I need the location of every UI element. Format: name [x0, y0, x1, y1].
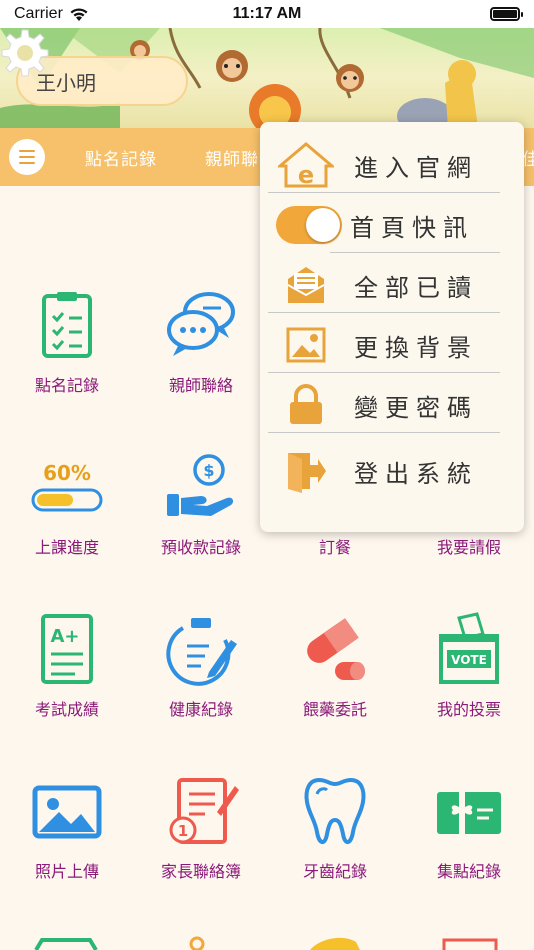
lock-icon — [290, 384, 322, 424]
status-time: 11:17 AM — [232, 5, 302, 22]
grid-item-health[interactable]: 健康紀錄 — [134, 610, 268, 720]
chat-bubbles-icon — [167, 292, 235, 356]
menu-item-label: 變更密碼 — [354, 393, 478, 422]
grid-item-label: 考試成績 — [34, 700, 99, 719]
svg-text:$: $ — [203, 461, 214, 480]
grid-item-label: 訂餐 — [318, 538, 351, 557]
grid-item-label: 我要請假 — [436, 538, 501, 557]
menu-item-label: 登出系統 — [354, 459, 478, 488]
grid-item-label: 上課進度 — [34, 538, 99, 557]
menu-item-change-background[interactable]: 更換背景 — [268, 316, 516, 374]
grid-item-label: 餵藥委託 — [302, 700, 367, 719]
settings-dropdown-menu: e 進入官網 首頁快訊 全部已讀 更換背景 變更密碼 登出系統 — [260, 122, 524, 532]
partial-icon-2 — [189, 936, 205, 950]
grid-item-label: 家長聯絡簿 — [160, 862, 241, 881]
menu-item-label: 全部已讀 — [354, 273, 478, 302]
menu-item-official-site[interactable]: e 進入官網 — [268, 136, 516, 194]
vote-text: VOTE — [451, 653, 487, 667]
progress-percent-text: 60% — [43, 461, 91, 485]
partial-icon-4 — [442, 938, 498, 950]
progress-bar-icon: 60% — [31, 461, 103, 512]
menu-item-label: 進入官網 — [354, 153, 478, 182]
grid-item-medicine[interactable]: 餵藥委託 — [268, 610, 402, 720]
wifi-icon — [70, 7, 88, 21]
grid-item-photo-upload[interactable]: 照片上傳 — [0, 772, 134, 882]
grid-item-grades[interactable]: A+ 考試成績 — [0, 610, 134, 720]
grid-item-label: 牙齒紀錄 — [302, 862, 367, 881]
menu-item-mark-all-read[interactable]: 全部已讀 — [268, 256, 516, 314]
grade-text: A+ — [50, 626, 79, 647]
logout-door-icon — [288, 453, 326, 493]
carrier-label: Carrier — [14, 5, 63, 22]
hand-coin-icon: $ — [167, 454, 234, 516]
grid-item-progress[interactable]: 60% 上課進度 — [0, 448, 134, 558]
grid-item-points[interactable]: 集點紀錄 — [402, 772, 534, 882]
clipboard-check-icon — [42, 292, 92, 358]
menu-item-change-password[interactable]: 變更密碼 — [268, 376, 516, 434]
grid-item-label: 集點紀錄 — [436, 862, 501, 881]
grid-item-label: 我的投票 — [436, 700, 501, 719]
picture-icon — [286, 327, 326, 363]
grid-item-label: 點名記錄 — [34, 376, 99, 395]
home-e-icon: e — [278, 142, 334, 188]
partial-icon-1 — [34, 938, 98, 950]
grid-item-parent-contact[interactable]: 親師聯絡 — [134, 286, 268, 396]
grade-sheet-icon: A+ — [41, 614, 93, 684]
grid-item-label: 照片上傳 — [34, 862, 99, 881]
health-clipboard-icon — [166, 618, 237, 686]
medicine-pill-icon — [307, 618, 365, 680]
grid-item-contact-book[interactable]: 1 家長聯絡簿 — [134, 772, 268, 882]
status-bar: Carrier 11:17 AM — [0, 0, 534, 28]
status-left: Carrier — [14, 5, 89, 23]
partial-icon-3 — [310, 937, 360, 950]
grid-item-prepayment[interactable]: $ 預收款記錄 — [134, 448, 268, 558]
home-news-toggle[interactable] — [276, 206, 342, 244]
menu-item-logout[interactable]: 登出系統 — [268, 442, 516, 500]
grid-item-label: 親師聯絡 — [168, 376, 233, 395]
header-banner: 王小明 — [0, 28, 534, 128]
grid-item-teeth[interactable]: 牙齒紀錄 — [268, 772, 402, 882]
grid-item-vote[interactable]: VOTE 我的投票 — [402, 610, 534, 720]
envelope-icon — [287, 267, 325, 303]
tooth-icon — [304, 777, 366, 844]
svg-text:e: e — [298, 161, 314, 188]
photo-icon — [32, 785, 102, 839]
ballot-box-icon: VOTE — [439, 612, 499, 684]
progress-fill — [37, 494, 73, 506]
notebook-icon: 1 — [169, 778, 239, 844]
menu-item-label: 更換背景 — [354, 333, 478, 362]
nav-item-parent-contact[interactable]: 親師聯 — [205, 145, 259, 170]
gift-card-icon — [437, 792, 501, 834]
settings-gear-icon[interactable] — [0, 28, 50, 78]
grid-item-attendance[interactable]: 點名記錄 — [0, 286, 134, 396]
grid-item-label: 預收款記錄 — [160, 538, 241, 557]
menu-item-home-news[interactable]: 首頁快訊 — [268, 196, 516, 254]
menu-item-label: 首頁快訊 — [350, 213, 474, 242]
grid-item-label: 健康紀錄 — [168, 700, 233, 719]
nav-item-attendance[interactable]: 點名記錄 — [85, 145, 157, 170]
battery-icon — [490, 7, 523, 21]
hamburger-menu-button[interactable] — [9, 139, 45, 175]
svg-text:1: 1 — [178, 822, 188, 840]
